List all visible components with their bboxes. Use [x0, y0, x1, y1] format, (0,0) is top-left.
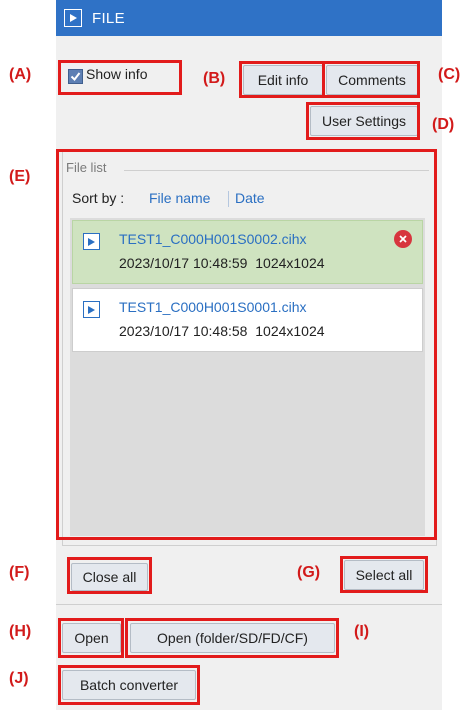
annotation-b: (B) [203, 70, 226, 87]
annotation-i: (I) [354, 623, 370, 640]
annotation-c: (C) [438, 66, 461, 83]
annotation-a: (A) [9, 66, 32, 83]
highlight-box-f [67, 557, 152, 594]
annotation-e: (E) [9, 168, 31, 185]
highlight-box-i [125, 618, 339, 658]
highlight-box-d [306, 102, 420, 140]
annotation-h: (H) [9, 623, 32, 640]
highlight-box-b [239, 61, 325, 98]
annotation-d: (D) [432, 116, 455, 133]
highlight-box-c [322, 61, 420, 98]
annotation-g: (G) [297, 564, 321, 581]
annotation-f: (F) [9, 564, 30, 581]
show-info-checkbox[interactable] [68, 69, 83, 84]
highlight-box-h [58, 618, 124, 658]
show-info-label[interactable]: Show info [86, 66, 147, 82]
highlight-box-e [56, 149, 437, 540]
play-file-icon [64, 9, 82, 27]
title-bar: FILE [56, 0, 442, 36]
annotation-j: (J) [9, 670, 29, 687]
panel-title: FILE [92, 9, 125, 27]
highlight-box-j [58, 665, 200, 705]
divider [56, 604, 442, 605]
highlight-box-g [340, 556, 428, 593]
